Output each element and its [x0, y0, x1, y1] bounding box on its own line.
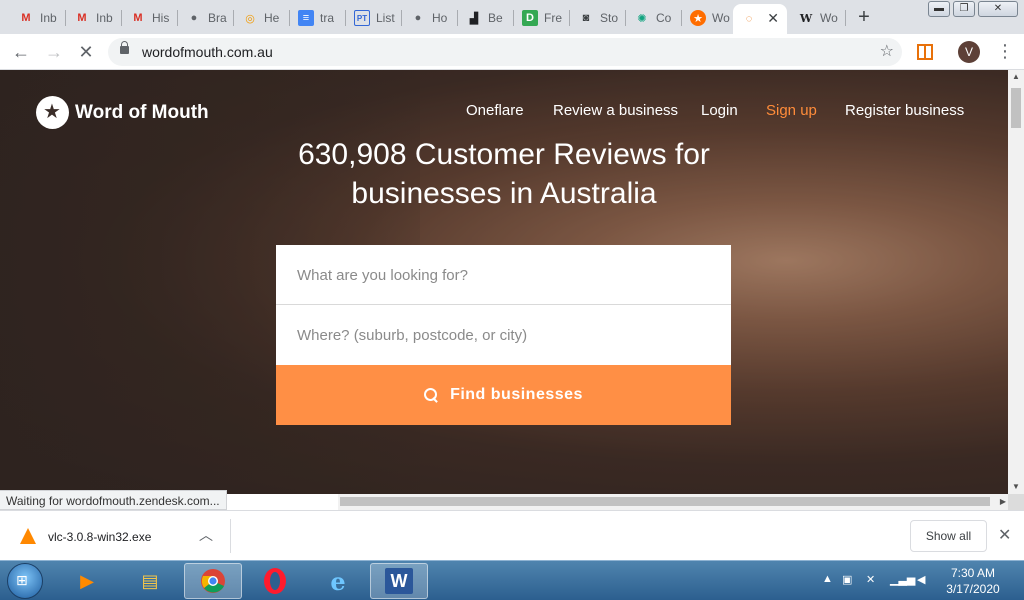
tab-be[interactable]: ▟ Be — [458, 4, 514, 32]
docs-icon: ≡ — [298, 10, 314, 26]
where-search-input[interactable]: Where? (suburb, postcode, or city) — [276, 305, 731, 365]
headline-line-1: 630,908 Customer Reviews for — [298, 138, 710, 171]
search-icon — [424, 388, 438, 402]
tab-strip: M Inb M Inb M His ● Bra ◎ He ≡ tra PT List ● Ho … — [0, 0, 1024, 34]
building-icon: ▟ — [469, 12, 479, 25]
close-window-button[interactable]: ✕ — [978, 1, 1018, 17]
where-placeholder: Where? (suburb, postcode, or city) — [297, 327, 528, 344]
new-tab-button[interactable]: + — [852, 6, 876, 30]
url-text: wordofmouth.com.au — [142, 44, 273, 60]
tab-bra[interactable]: ● Bra — [178, 4, 234, 32]
speech-star-icon: ★ — [36, 96, 69, 129]
tab-list[interactable]: PT List — [346, 4, 402, 32]
wikipedia-icon: W — [799, 11, 813, 25]
download-file-name[interactable]: vlc-3.0.8-win32.exe — [48, 530, 151, 544]
logo-text: Word of Mouth — [75, 101, 209, 123]
hero-section: ★ Word of Mouth Oneflare Review a busine… — [0, 70, 1008, 494]
gmail-icon: M — [77, 12, 87, 24]
close-shelf-icon[interactable]: ✕ — [998, 525, 1011, 545]
windows-logo-icon: ⊞ — [16, 572, 28, 588]
horizontal-scrollbar[interactable]: ▶ — [338, 494, 1008, 510]
tab-co[interactable]: ✺ Co — [626, 4, 682, 32]
globe-icon: ● — [414, 12, 422, 24]
what-search-input[interactable]: What are you looking for? — [276, 245, 731, 305]
device-icon[interactable]: ▣ — [842, 573, 852, 586]
scroll-down-icon[interactable]: ▼ — [1008, 480, 1024, 494]
tab-docs[interactable]: ≡ tra — [290, 4, 346, 32]
clock-time: 7:30 AM — [950, 566, 996, 580]
find-businesses-button[interactable]: Find businesses — [276, 365, 731, 425]
camera-icon: ◙ — [582, 12, 590, 24]
show-all-button[interactable]: Show all — [910, 520, 987, 552]
restore-button[interactable]: ❐ — [953, 1, 975, 17]
tray-expand-icon[interactable]: ▲ — [822, 573, 833, 585]
wom-icon: ★ — [690, 10, 706, 26]
volume-icon[interactable]: ◀ — [917, 573, 925, 586]
scrollbar-corner — [1008, 494, 1024, 510]
internet-explorer-icon[interactable]: e — [309, 563, 367, 599]
bookmark-star-icon[interactable]: ☆ — [880, 41, 894, 61]
profile-avatar[interactable]: V — [958, 41, 980, 63]
close-tab-icon[interactable]: ✕ — [767, 10, 779, 27]
vlc-cone-icon — [20, 528, 36, 544]
address-bar[interactable]: wordofmouth.com.au ☆ — [108, 38, 902, 66]
tab-he[interactable]: ◎ He — [234, 4, 290, 32]
tab-sto[interactable]: ◙ Sto — [570, 4, 626, 32]
chevron-up-icon[interactable]: ︿ — [199, 525, 213, 545]
system-clock[interactable]: 7:30 AM 3/17/2020 — [940, 565, 1006, 597]
windows-taskbar: ⊞ ▶ ▤ e W ▲ ▣ ✕ ▁▃▅ ◀ 7:30 AM 3/17/2020 — [0, 560, 1024, 600]
tab-fre[interactable]: D Fre — [514, 4, 570, 32]
tab-wo[interactable]: ★ Wo — [682, 4, 738, 32]
download-shelf: vlc-3.0.8-win32.exe ︿ Show all ✕ — [0, 510, 1024, 560]
nav-review-business[interactable]: Review a business — [553, 102, 678, 119]
nav-sign-up[interactable]: Sign up — [766, 102, 817, 119]
tab-gmail-inbox-1[interactable]: M Inb — [10, 4, 66, 32]
back-arrow-icon[interactable]: ← — [9, 40, 33, 64]
tab-wikipedia[interactable]: W Wo — [790, 4, 846, 32]
divider — [230, 519, 231, 553]
signal-icon[interactable]: ▁▃▅ — [890, 573, 915, 586]
tab-active-loading[interactable]: ◌ ✕ — [733, 4, 787, 34]
swirl-icon: ◎ — [245, 12, 255, 25]
tab-gmail-inbox-2[interactable]: M Inb — [66, 4, 122, 32]
start-button[interactable]: ⊞ — [7, 563, 43, 599]
gmail-icon: M — [21, 12, 31, 24]
openai-icon: ✺ — [637, 12, 647, 25]
media-player-icon[interactable]: ▶ — [58, 563, 116, 599]
tab-ho[interactable]: ● Ho — [402, 4, 458, 32]
scroll-right-icon[interactable]: ▶ — [1000, 494, 1006, 510]
d-icon: D — [522, 10, 538, 26]
menu-kebab-icon[interactable]: ⋮ — [996, 40, 1014, 64]
nav-login[interactable]: Login — [701, 102, 738, 119]
loading-icon: ◌ — [745, 13, 753, 25]
browser-toolbar: ← → ✕ wordofmouth.com.au ☆ V ⋮ — [0, 34, 1024, 70]
opera-icon[interactable] — [246, 563, 304, 599]
globe-icon: ● — [190, 12, 198, 24]
nav-register-business[interactable]: Register business — [845, 102, 964, 119]
stop-loading-icon[interactable]: ✕ — [74, 40, 98, 64]
vertical-scroll-thumb[interactable] — [1011, 88, 1021, 128]
page-headline: 630,908 Customer Reviews for businesses … — [204, 135, 804, 213]
network-error-icon[interactable]: ✕ — [866, 573, 875, 586]
chrome-icon[interactable] — [184, 563, 242, 599]
minimize-button[interactable]: ▬ — [928, 1, 950, 17]
pt-icon: PT — [354, 10, 370, 26]
horizontal-scroll-thumb[interactable] — [340, 497, 990, 506]
find-button-label: Find businesses — [450, 386, 583, 403]
gmail-icon: M — [133, 12, 143, 24]
forward-arrow-icon[interactable]: → — [42, 40, 66, 64]
scroll-up-icon[interactable]: ▲ — [1008, 70, 1024, 84]
file-explorer-icon[interactable]: ▤ — [121, 563, 179, 599]
extension-icon[interactable] — [917, 44, 933, 60]
vertical-scrollbar[interactable]: ▲ ▼ — [1008, 70, 1024, 494]
site-logo[interactable]: ★ Word of Mouth — [36, 96, 209, 129]
lock-icon — [120, 41, 129, 54]
headline-line-2: businesses in Australia — [351, 177, 657, 210]
tab-gmail-history[interactable]: M His — [122, 4, 178, 32]
word-icon[interactable]: W — [370, 563, 428, 599]
nav-oneflare[interactable]: Oneflare — [466, 102, 524, 119]
clock-date: 3/17/2020 — [946, 582, 1000, 596]
what-placeholder: What are you looking for? — [297, 267, 468, 284]
